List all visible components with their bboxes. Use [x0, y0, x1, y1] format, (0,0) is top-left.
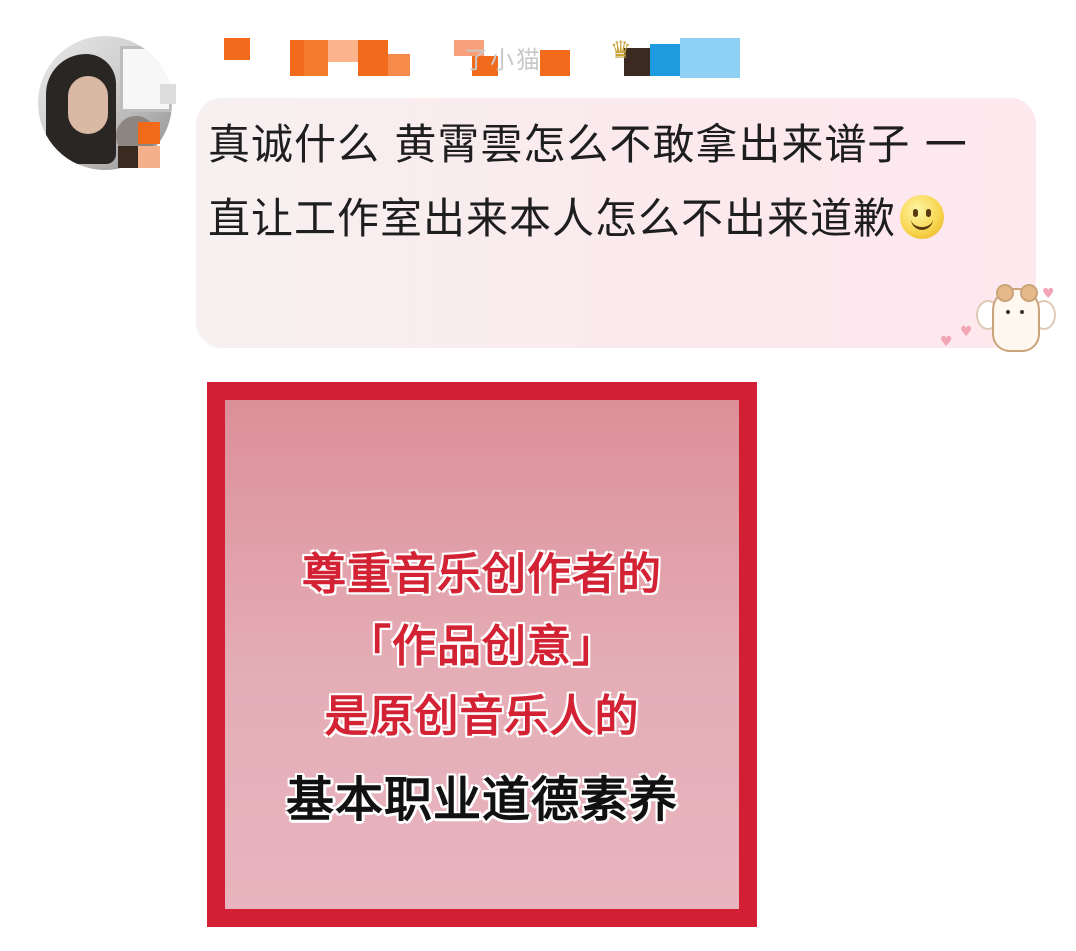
avatar-mosaic: [118, 146, 138, 168]
mosaic-block: [680, 38, 740, 78]
avatar-mosaic: [138, 122, 160, 144]
smile-emoji-icon: [900, 195, 945, 239]
mosaic-block: [304, 40, 328, 76]
username-obscured[interactable]: 了小猫: [210, 34, 750, 80]
mosaic-block: [650, 44, 680, 76]
hamster-angel-sticker: ♥ ♥ ♥: [940, 280, 1060, 360]
heart-icon: ♥: [960, 324, 973, 340]
mosaic-block: [328, 40, 358, 62]
hamster-eye: [1020, 310, 1024, 314]
mosaic-block: [290, 40, 304, 76]
comment-text: 真诚什么 黄霄雲怎么不敢拿出来谱子 一直让工作室出来本人怎么不出来道歉: [208, 120, 968, 243]
avatar-face: [68, 76, 108, 134]
comment-text-block: 真诚什么 黄霄雲怎么不敢拿出来谱子 一直让工作室出来本人怎么不出来道歉: [208, 108, 998, 256]
mosaic-block: [358, 40, 388, 76]
heart-icon: ♥: [1042, 286, 1055, 302]
avatar-mosaic: [138, 146, 160, 168]
image-text-line-2: 「作品创意」: [347, 621, 617, 672]
mosaic-block: [224, 38, 250, 60]
image-text-line-3: 是原创音乐人的: [324, 691, 640, 742]
heart-icon: ♥: [940, 334, 953, 350]
hamster-body: [992, 284, 1040, 352]
image-card-inner: 尊重音乐创作者的 「作品创意」 是原创音乐人的 基本职业道德素养: [225, 400, 739, 909]
comment-image[interactable]: 尊重音乐创作者的 「作品创意」 是原创音乐人的 基本职业道德素养: [207, 382, 757, 927]
username-text: 了小猫: [464, 46, 542, 74]
image-text-line-1: 尊重音乐创作者的: [302, 549, 662, 600]
hamster-ear: [996, 284, 1014, 302]
crown-icon: ♛: [610, 36, 632, 64]
mosaic-block: [388, 54, 410, 76]
hamster-ear: [1020, 284, 1038, 302]
avatar-mosaic: [160, 84, 176, 104]
image-text-line-4: 基本职业道德素养: [285, 772, 678, 828]
hamster-eye: [1006, 310, 1010, 314]
mosaic-block: [540, 50, 570, 76]
